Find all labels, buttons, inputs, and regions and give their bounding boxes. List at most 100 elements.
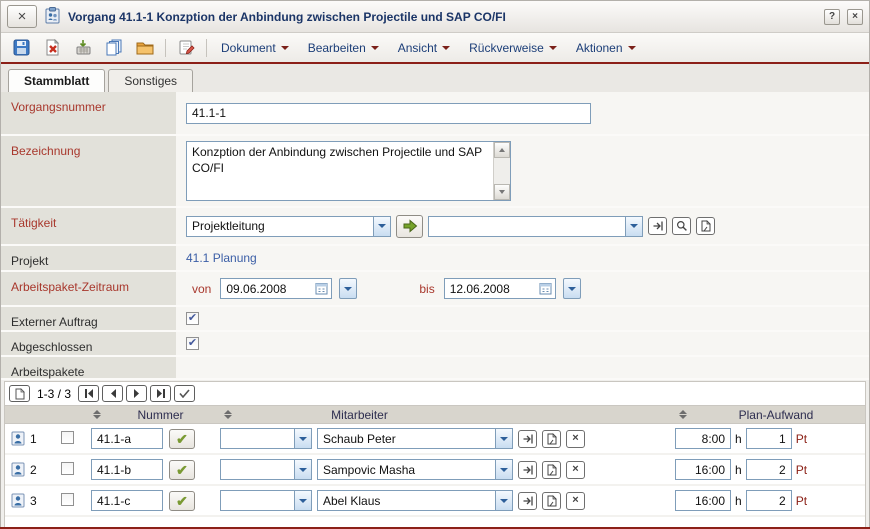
row-checkbox[interactable] [61, 493, 74, 506]
confirm-check-icon[interactable]: ✔ [169, 491, 195, 511]
taetigkeit-secondary-select[interactable] [428, 216, 643, 237]
chevron-down-icon[interactable] [294, 429, 311, 448]
hours-input[interactable] [675, 459, 731, 480]
menu-aktionen[interactable]: Aktionen [571, 39, 641, 57]
points-input[interactable] [746, 459, 792, 480]
search-icon[interactable] [672, 217, 691, 235]
row-type-select[interactable] [220, 490, 312, 511]
menu-label: Rückverweise [469, 41, 544, 55]
nummer-input[interactable] [91, 459, 163, 480]
last-page-icon[interactable] [150, 385, 171, 402]
select-all-icon[interactable] [174, 385, 195, 402]
von-date-input[interactable]: 09.06.2008 [220, 278, 332, 299]
chevron-down-icon[interactable] [495, 491, 512, 510]
pagination-range: 1-3 / 3 [37, 387, 71, 401]
delete-icon[interactable]: × [566, 492, 585, 510]
mitarbeiter-select[interactable]: Abel Klaus [317, 490, 513, 511]
row-checkbox[interactable] [61, 431, 74, 444]
import-icon[interactable] [72, 37, 94, 59]
new-document-icon[interactable] [542, 430, 561, 448]
form-row-zeitraum: Arbeitspaket-Zeitraum von 09.06.2008 bis… [1, 272, 869, 307]
open-reference-icon[interactable] [518, 430, 537, 448]
delete-icon[interactable]: × [566, 430, 585, 448]
scroll-up-icon[interactable] [494, 142, 510, 158]
close-icon[interactable]: × [7, 5, 37, 28]
scroll-down-icon[interactable] [494, 184, 510, 200]
row-checkbox[interactable] [61, 462, 74, 475]
confirm-check-icon[interactable]: ✔ [169, 429, 195, 449]
mitarbeiter-select[interactable]: Sampovic Masha [317, 459, 513, 480]
sort-icon[interactable] [224, 410, 232, 419]
bezeichnung-textarea[interactable]: Konzption der Anbindung zwischen Project… [186, 141, 511, 201]
row-type-select[interactable] [220, 428, 312, 449]
new-document-icon[interactable] [542, 461, 561, 479]
menu-ansicht[interactable]: Ansicht [393, 39, 455, 57]
projekt-link[interactable]: 41.1 Planung [186, 251, 257, 265]
next-page-icon[interactable] [126, 385, 147, 402]
row-type-select[interactable] [220, 459, 312, 480]
chevron-down-icon[interactable] [495, 460, 512, 479]
externer-auftrag-checkbox[interactable]: ✔ [186, 312, 199, 325]
person-icon[interactable] [11, 493, 25, 508]
page-icon[interactable] [9, 385, 30, 402]
nummer-input[interactable] [91, 428, 163, 449]
chevron-down-icon[interactable] [373, 217, 390, 236]
chevron-down-icon[interactable] [625, 217, 642, 236]
scrollbar[interactable] [493, 142, 510, 200]
open-reference-icon[interactable] [648, 217, 667, 235]
nummer-input[interactable] [91, 490, 163, 511]
bis-date-input[interactable]: 12.06.2008 [444, 278, 556, 299]
menu-bearbeiten[interactable]: Bearbeiten [303, 39, 384, 57]
edit-document-icon[interactable] [175, 37, 197, 59]
open-reference-icon[interactable] [518, 461, 537, 479]
sort-icon[interactable] [93, 410, 101, 419]
open-reference-icon[interactable] [518, 492, 537, 510]
person-icon[interactable] [11, 462, 25, 477]
help-button[interactable]: ? [824, 9, 840, 25]
unit-points: Pt [796, 463, 807, 477]
hours-input[interactable] [675, 428, 731, 449]
mitarbeiter-select[interactable]: Schaub Peter [317, 428, 513, 449]
confirm-check-icon[interactable]: ✔ [169, 460, 195, 480]
new-document-icon[interactable] [696, 217, 715, 235]
points-input[interactable] [746, 428, 792, 449]
close-icon-small[interactable]: × [847, 9, 863, 25]
menu-rueckverweise[interactable]: Rückverweise [464, 39, 562, 57]
column-header-plan-aufwand[interactable]: Plan-Aufwand [675, 406, 865, 423]
prev-page-icon[interactable] [102, 385, 123, 402]
column-header-mitarbeiter[interactable]: Mitarbeiter [220, 406, 675, 423]
copy-icon[interactable] [103, 37, 125, 59]
tab-stammblatt[interactable]: Stammblatt [8, 69, 105, 92]
von-date-dropdown[interactable] [339, 278, 357, 299]
save-icon[interactable] [10, 37, 32, 59]
chevron-down-icon [628, 46, 636, 50]
points-input[interactable] [746, 490, 792, 511]
bis-date-dropdown[interactable] [563, 278, 581, 299]
chevron-down-icon[interactable] [294, 491, 311, 510]
vorgangsnummer-input[interactable] [186, 103, 591, 124]
header-label: Mitarbeiter [232, 408, 487, 422]
column-header-nummer[interactable]: Nummer [89, 406, 220, 423]
apply-arrow-button[interactable] [396, 215, 423, 238]
hours-input[interactable] [675, 490, 731, 511]
new-document-icon[interactable] [542, 492, 561, 510]
abgeschlossen-checkbox[interactable]: ✔ [186, 337, 199, 350]
menu-dokument[interactable]: Dokument [216, 39, 294, 57]
tab-bar: Stammblatt Sonstiges [1, 64, 869, 92]
sort-icon[interactable] [679, 410, 687, 419]
table-header: Nummer Mitarbeiter Plan-Aufwand [5, 405, 865, 424]
person-icon[interactable] [11, 431, 25, 446]
row-index: 1 [30, 432, 37, 446]
chevron-down-icon[interactable] [294, 460, 311, 479]
title-bar: × Vorgang 41.1-1 Konzption der Anbindung… [1, 1, 869, 33]
form-row-bezeichnung: Bezeichnung Konzption der Anbindung zwis… [1, 136, 869, 208]
folder-icon[interactable] [134, 37, 156, 59]
menu-label: Ansicht [398, 41, 437, 55]
delete-document-icon[interactable] [41, 37, 63, 59]
chevron-down-icon[interactable] [495, 429, 512, 448]
tab-sonstiges[interactable]: Sonstiges [108, 69, 193, 92]
delete-icon[interactable]: × [566, 461, 585, 479]
taetigkeit-select[interactable]: Projektleitung [186, 216, 391, 237]
first-page-icon[interactable] [78, 385, 99, 402]
calendar-icon [539, 282, 552, 295]
